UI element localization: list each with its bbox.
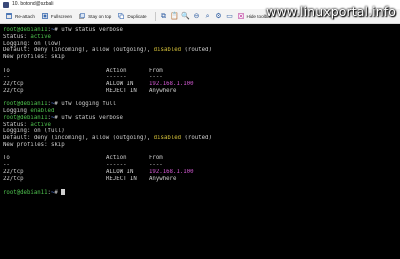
hide-toolbar-icon bbox=[237, 13, 244, 19]
window-title: 10. botond@szbali bbox=[12, 1, 54, 7]
copy-icon[interactable]: ⧉ bbox=[159, 11, 169, 22]
duplicate-label: Duplicate bbox=[127, 13, 147, 19]
table-row: 22/tcp REJECT IN Anywhere bbox=[3, 87, 177, 94]
table-row: 22/tcp ALLOW IN 192.168.1.100 bbox=[3, 168, 194, 175]
text-cursor bbox=[61, 189, 66, 195]
terminal-output[interactable]: root@debian11:~# ufw status verbose Stat… bbox=[0, 25, 400, 259]
reattach-button[interactable]: Re-attach bbox=[4, 11, 37, 22]
reattach-label: Re-attach bbox=[15, 13, 35, 19]
prompt-line: root@debian11:~# ufw status verbose bbox=[3, 27, 123, 33]
fullscreen-label: Fullscreen bbox=[50, 13, 73, 19]
table-header: To Action From bbox=[3, 67, 163, 74]
command-text: ufw status verbose bbox=[61, 27, 123, 33]
prompt-line: root@debian11:~# ufw status verbose bbox=[3, 114, 123, 121]
screen-icon[interactable]: ▭ bbox=[225, 11, 235, 22]
status-line: Status: active bbox=[3, 121, 51, 128]
table-row: 22/tcp ALLOW IN 192.168.1.100 bbox=[3, 81, 194, 87]
default-policy-line: Default: deny (incoming), allow (outgoin… bbox=[3, 135, 212, 141]
logging-line: Logging: on (low) bbox=[3, 40, 62, 47]
fullscreen-icon bbox=[42, 13, 48, 19]
table-header: To Action From bbox=[3, 155, 163, 162]
table-row: 22/tcp REJECT IN Anywhere bbox=[3, 175, 177, 182]
toolbar-separator bbox=[154, 11, 156, 21]
duplicate-button[interactable]: Duplicate bbox=[116, 11, 148, 22]
status-line: Status: active bbox=[3, 33, 51, 40]
logging-result-line: Logging enabled bbox=[3, 108, 55, 114]
putty-app-icon bbox=[3, 1, 9, 8]
paste-icon[interactable]: 📋 bbox=[170, 11, 180, 22]
command-text: ufw status verbose bbox=[61, 114, 123, 121]
logging-line: Logging: on (full) bbox=[3, 128, 65, 135]
duplicate-icon bbox=[118, 13, 125, 19]
default-policy-line: Default: deny (incoming), allow (outgoin… bbox=[3, 47, 212, 54]
reattach-icon bbox=[6, 13, 12, 19]
new-profiles-line: New profiles: skip bbox=[3, 54, 65, 60]
zoom-in-icon[interactable]: 🔍 bbox=[181, 11, 191, 22]
new-profiles-line: New profiles: skip bbox=[3, 141, 65, 148]
command-text: ufw logging full bbox=[61, 101, 117, 108]
zoom-reset-icon[interactable]: ⌕ bbox=[203, 11, 213, 22]
terminal-window: 10. botond@szbali Re-attach Fullscreen S… bbox=[0, 0, 400, 259]
current-prompt-line[interactable]: root@debian11:~# bbox=[3, 189, 397, 196]
stay-on-top-label: Stay on top bbox=[88, 13, 112, 19]
stay-on-top-button[interactable]: Stay on top bbox=[77, 11, 113, 22]
table-divider: -- ------ ---- bbox=[3, 74, 163, 81]
zoom-out-icon[interactable]: ⊖ bbox=[192, 11, 202, 22]
prompt-line: root@debian11:~# ufw logging full bbox=[3, 101, 117, 108]
site-watermark: www.linuxportal.info bbox=[266, 4, 396, 19]
stay-on-top-icon bbox=[79, 13, 85, 19]
fullscreen-button[interactable]: Fullscreen bbox=[40, 11, 74, 22]
table-divider: -- ------ ---- bbox=[3, 162, 163, 168]
settings-icon[interactable]: ⚙ bbox=[214, 11, 224, 22]
